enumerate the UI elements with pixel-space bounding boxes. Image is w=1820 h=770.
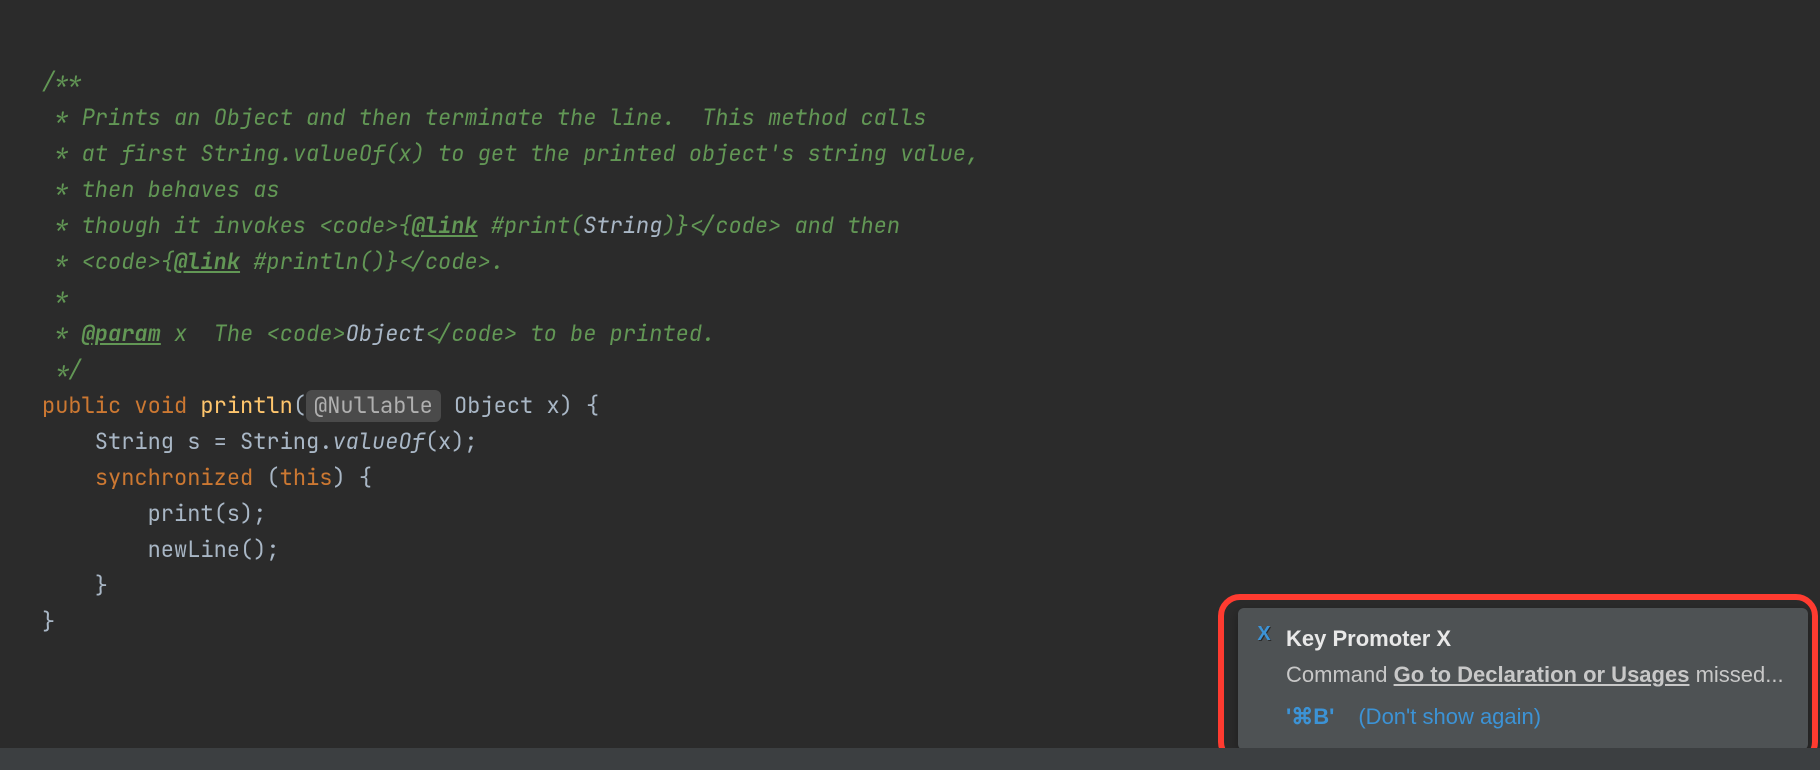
code-line: synchronized (this) { bbox=[42, 463, 372, 492]
status-bar bbox=[0, 748, 1820, 770]
code-line: * then behaves as bbox=[42, 175, 280, 204]
key-promoter-notification: X Key Promoter X Command Go to Declarati… bbox=[1238, 608, 1808, 750]
code-line: * though it invokes <code>{@link #print(… bbox=[42, 211, 900, 240]
dont-show-again-link[interactable]: (Don't show again) bbox=[1358, 704, 1541, 729]
code-line: newLine(); bbox=[42, 535, 280, 564]
notification-body: Command Go to Declaration or Usages miss… bbox=[1286, 658, 1790, 692]
notification-title: Key Promoter X bbox=[1286, 622, 1790, 656]
code-line: * <code>{@link #println()}</code>. bbox=[42, 247, 504, 276]
shortcut-hint[interactable]: '⌘B' bbox=[1286, 704, 1334, 729]
go-to-declaration-link[interactable]: Go to Declaration or Usages bbox=[1394, 662, 1690, 687]
code-line: print(s); bbox=[42, 499, 266, 528]
code-line: * at first String.valueOf(x) to get the … bbox=[42, 139, 979, 168]
code-line: } bbox=[42, 571, 108, 600]
code-line: * Prints an Object and then terminate th… bbox=[42, 103, 926, 132]
code-editor[interactable]: /** * Prints an Object and then terminat… bbox=[0, 0, 1820, 640]
code-line: String s = String.valueOf(x); bbox=[42, 427, 478, 456]
code-line: * @param x The <code>Object</code> to be… bbox=[42, 319, 715, 348]
code-line: } bbox=[42, 607, 55, 636]
code-line: public void println(@Nullable Object x) … bbox=[42, 390, 599, 422]
key-promoter-icon: X bbox=[1252, 622, 1276, 646]
code-line: /** bbox=[42, 67, 82, 96]
code-line: * bbox=[42, 283, 68, 312]
code-line: */ bbox=[42, 355, 82, 384]
nullable-annotation: @Nullable bbox=[306, 390, 441, 422]
